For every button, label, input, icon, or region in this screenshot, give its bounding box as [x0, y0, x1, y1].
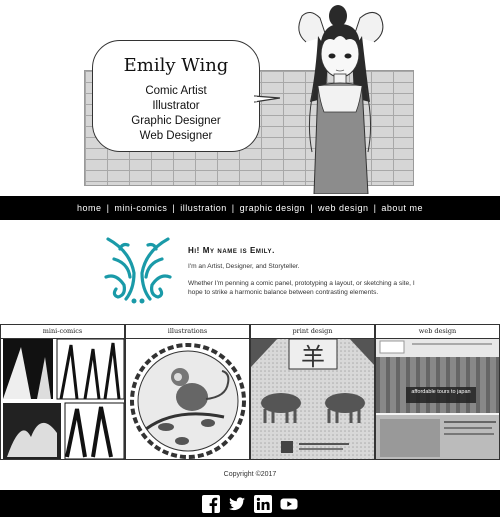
- facebook-icon[interactable]: [202, 494, 220, 513]
- linkedin-icon[interactable]: [254, 494, 272, 513]
- nav-home[interactable]: home: [77, 203, 102, 213]
- footer-bar: [0, 490, 500, 517]
- intro-description: Whether I'm penning a comic panel, proto…: [188, 279, 415, 297]
- tile-label: illustrations: [126, 325, 249, 339]
- tile-label: print design: [251, 325, 374, 339]
- monkey-illustration-thumbnail: [126, 337, 249, 459]
- nav-about-me[interactable]: about me: [381, 203, 423, 213]
- nav-separator: |: [373, 203, 377, 213]
- tile-illustrations[interactable]: illustrations: [125, 324, 250, 460]
- role-item: Illustrator: [152, 100, 200, 112]
- intro-tagline: I'm an Artist, Designer, and Storyteller…: [188, 263, 300, 270]
- comic-panels-thumbnail: [1, 337, 124, 459]
- role-list: Comic Artist Illustrator Graphic Designe…: [93, 84, 259, 144]
- nav-separator: |: [172, 203, 176, 213]
- nav-graphic-design[interactable]: graphic design: [240, 203, 306, 213]
- portfolio-gallery: mini-comics illustrations print design 羊…: [0, 324, 500, 460]
- speech-bubble: Emily Wing Comic Artist Illustrator Grap…: [92, 40, 260, 152]
- tile-print-design[interactable]: print design 羊: [250, 324, 375, 460]
- nav-separator: |: [106, 203, 110, 213]
- web-design-thumbnail: [376, 337, 499, 459]
- tile-mini-comics[interactable]: mini-comics: [0, 324, 125, 460]
- nav-separator: |: [231, 203, 235, 213]
- copyright-text: Copyright ©2017: [223, 471, 277, 478]
- twitter-icon[interactable]: [228, 495, 246, 513]
- nav-separator: |: [310, 203, 314, 213]
- svg-text:羊: 羊: [301, 343, 325, 371]
- intro-greeting: Hi! My name is Emily.: [188, 246, 275, 255]
- role-item: Comic Artist: [145, 85, 207, 97]
- nav-web-design[interactable]: web design: [318, 203, 369, 213]
- nav-mini-comics[interactable]: mini-comics: [114, 203, 167, 213]
- wing-logo-icon: [104, 237, 172, 304]
- youtube-icon[interactable]: [280, 495, 298, 513]
- tile-label: web design: [376, 325, 499, 339]
- role-item: Web Designer: [139, 130, 213, 142]
- character-illustration: [298, 5, 384, 194]
- hero-banner: Emily Wing Comic Artist Illustrator Grap…: [0, 0, 500, 196]
- print-design-thumbnail: 羊: [251, 337, 374, 459]
- role-item: Graphic Designer: [131, 115, 221, 127]
- intro-section: Hi! My name is Emily. I'm an Artist, Des…: [188, 246, 418, 298]
- web-banner-text: affordable tours to japan: [411, 389, 471, 395]
- artist-name: Emily Wing: [123, 55, 229, 76]
- tile-label: mini-comics: [1, 325, 124, 339]
- nav-illustration[interactable]: illustration: [180, 203, 227, 213]
- main-nav: home | mini-comics | illustration | grap…: [0, 196, 500, 220]
- tile-web-design[interactable]: web design affordable tours to japan: [375, 324, 500, 460]
